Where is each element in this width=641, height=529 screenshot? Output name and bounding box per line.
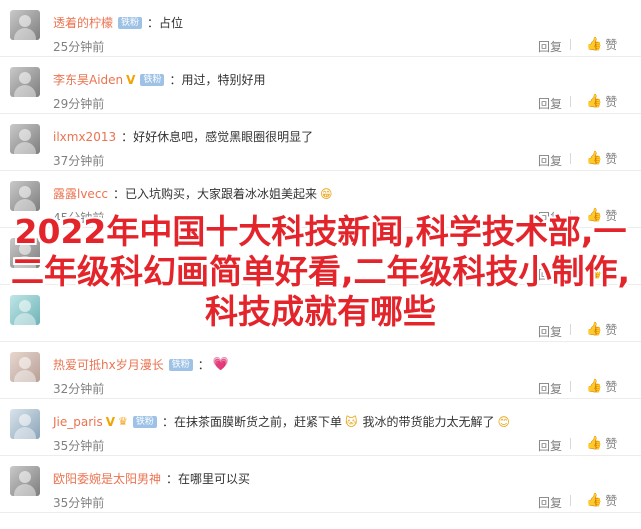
reply-button[interactable]: 回复 [538, 323, 562, 340]
comment-line: 热爱可抵hx岁月漫长 铁粉 ： 💗 [53, 356, 229, 373]
thumbs-up-icon: 👍 [586, 151, 603, 166]
comment-line: 透着的柠檬 铁粉 ：占位 [53, 14, 183, 31]
like-button[interactable]: 👍 赞 [586, 378, 617, 395]
username[interactable]: ilxmx2013 [53, 130, 116, 144]
avatar[interactable] [10, 238, 40, 268]
reply-button[interactable]: 回复 [538, 437, 562, 454]
comment-text: ：已入坑购买，大家跟着冰冰姐美起来 [113, 187, 318, 201]
reply-button[interactable]: 回复 [538, 209, 562, 226]
fan-badge: 铁粉 [140, 73, 165, 86]
comment-item: 李东昊Aiden V 铁粉 ：用过，特别好用 29分钟前 回复 👍 赞 [0, 57, 641, 114]
thumbs-up-icon: 👍 [586, 322, 603, 337]
divider [570, 153, 571, 164]
avatar[interactable] [10, 124, 40, 154]
comment-text: ：在哪里可以买 [166, 472, 251, 486]
divider [570, 495, 571, 506]
fan-badge: 铁粉 [132, 415, 157, 428]
comment-item: 热爱可抵hx岁月漫长 铁粉 ： 💗 32分钟前 回复 👍 赞 [0, 342, 641, 399]
like-button[interactable]: 👍 赞 [586, 207, 617, 224]
comment-line: 李东昊Aiden V 铁粉 ：用过，特别好用 [53, 71, 266, 88]
comment-item: 露露lvecc ：已入坑购买，大家跟着冰冰姐美起来 😁 45分钟前 回复 👍 赞 [0, 171, 641, 228]
timestamp: 45分钟前 [53, 211, 105, 225]
reply-button[interactable]: 回复 [538, 95, 562, 112]
username[interactable]: 露露lvecc [53, 185, 108, 202]
timestamp: 25分钟前 [53, 40, 105, 54]
divider [570, 210, 571, 221]
timestamp: 29分钟前 [53, 97, 105, 111]
fan-badge: 铁粉 [118, 16, 143, 29]
reply-button[interactable]: 回复 [538, 494, 562, 511]
like-button[interactable]: 👍 赞 [586, 435, 617, 452]
comment-line: ilxmx2013 ：好好休息吧，感觉黑眼圈很明显了 [53, 128, 313, 145]
divider [570, 96, 571, 107]
thumbs-up-icon: 👍 [586, 379, 603, 394]
comment-item: 回复 👍 赞 [0, 285, 641, 342]
grin-emoji-icon: 😁 [320, 186, 333, 201]
comment-text: ：用过，特别好用 [169, 73, 266, 87]
fan-badge: 铁粉 [168, 358, 193, 371]
username[interactable]: 欧阳委婉是太阳男神 [53, 470, 161, 487]
divider [570, 267, 571, 278]
comment-item: Jie_paris V ♛ 铁粉 ：在抹茶面膜断货之前，赶紧下单 🐱 我冰的带货… [0, 399, 641, 456]
reply-button[interactable]: 回复 [538, 38, 562, 55]
reply-button[interactable]: 回复 [538, 266, 562, 283]
comment-text-continued: 我冰的带货能力太无解了 [362, 415, 495, 429]
avatar[interactable] [10, 10, 40, 40]
smile-emoji-icon: 😊 [497, 414, 511, 429]
comment-line: 露露lvecc ：已入坑购买，大家跟着冰冰姐美起来 😁 [53, 185, 333, 202]
reply-button[interactable]: 回复 [538, 380, 562, 397]
avatar[interactable] [10, 181, 40, 211]
comment-item: 回复 👍 赞 [0, 228, 641, 285]
avatar[interactable] [10, 466, 40, 496]
username[interactable]: 透着的柠檬 [53, 14, 113, 31]
username[interactable]: Jie_paris [53, 415, 103, 429]
cat-emoji-icon: 🐱 [344, 414, 358, 429]
comment-text: ：占位 [147, 16, 184, 30]
divider [570, 324, 571, 335]
like-button[interactable]: 👍 赞 [586, 321, 617, 338]
username[interactable]: 热爱可抵hx岁月漫长 [53, 356, 164, 373]
comment-text: ：好好休息吧，感觉黑眼圈很明显了 [121, 130, 314, 144]
heart-emoji-icon: 💗 [212, 357, 229, 372]
reply-button[interactable]: 回复 [538, 152, 562, 169]
thumbs-up-icon: 👍 [586, 37, 603, 52]
divider [570, 381, 571, 392]
timestamp: 37分钟前 [53, 154, 105, 168]
username[interactable]: 李东昊Aiden [53, 71, 123, 88]
verified-v-icon: V [105, 414, 116, 429]
avatar[interactable] [10, 352, 40, 382]
comment-item: 透着的柠檬 铁粉 ：占位 25分钟前 回复 👍 赞 [0, 0, 641, 57]
avatar[interactable] [10, 295, 40, 325]
divider [570, 438, 571, 449]
thumbs-up-icon: 👍 [586, 94, 603, 109]
like-button[interactable]: 👍 赞 [586, 492, 617, 509]
thumbs-up-icon: 👍 [586, 208, 603, 223]
verified-v-icon: V [126, 72, 136, 87]
thumbs-up-icon: 👍 [586, 265, 603, 280]
avatar[interactable] [10, 409, 40, 439]
like-button[interactable]: 👍 赞 [586, 93, 617, 110]
like-button[interactable]: 👍 赞 [586, 264, 617, 281]
comment-text: ： [197, 358, 210, 372]
divider [570, 39, 571, 50]
comment-item: ilxmx2013 ：好好休息吧，感觉黑眼圈很明显了 37分钟前 回复 👍 赞 [0, 114, 641, 171]
comment-item: 欧阳委婉是太阳男神 ：在哪里可以买 35分钟前 回复 👍 赞 [0, 456, 641, 513]
thumbs-up-icon: 👍 [586, 436, 603, 451]
timestamp: 32分钟前 [53, 382, 105, 396]
avatar[interactable] [10, 67, 40, 97]
thumbs-up-icon: 👍 [586, 493, 603, 508]
like-button[interactable]: 👍 赞 [586, 150, 617, 167]
timestamp: 35分钟前 [53, 496, 105, 510]
comment-line: Jie_paris V ♛ 铁粉 ：在抹茶面膜断货之前，赶紧下单 🐱 我冰的带货… [53, 413, 510, 430]
crown-icon: ♛ [118, 415, 128, 428]
timestamp: 35分钟前 [53, 439, 105, 453]
comment-text: ：在抹茶面膜断货之前，赶紧下单 [161, 415, 342, 429]
comment-line: 欧阳委婉是太阳男神 ：在哪里可以买 [53, 470, 250, 487]
like-button[interactable]: 👍 赞 [586, 36, 617, 53]
